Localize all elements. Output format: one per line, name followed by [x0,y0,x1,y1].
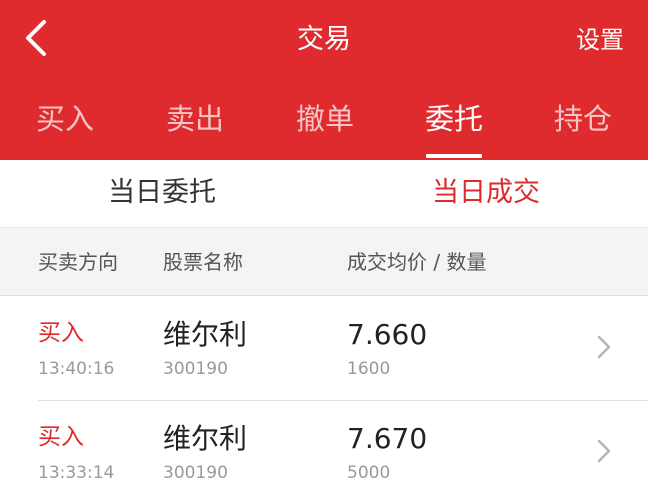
deal-price: 7.660 [347,318,428,351]
trade-direction: 买入 [38,320,84,346]
stock-name: 维尔利 [163,318,248,351]
trade-time: 13:33:14 [38,463,115,483]
main-tabs: 买入 卖出 撤单 委托 持仓 [0,92,648,160]
deal-quantity: 5000 [347,463,391,483]
deal-quantity: 1600 [347,359,391,379]
page-title: 交易 [297,24,351,55]
tab-cancel[interactable]: 撤单 [275,92,375,146]
top-header: 交易 设置 买入 卖出 撤单 委托 持仓 [0,0,648,160]
table-header: 买卖方向 股票名称 成交均价 / 数量 [0,228,648,296]
deal-price: 7.670 [347,422,428,455]
tab-today-orders[interactable]: 当日委托 [0,160,324,226]
chevron-right-icon [597,335,611,359]
table-row[interactable]: 买入 13:40:16 维尔利 300190 7.660 1600 [0,297,648,401]
tab-positions[interactable]: 持仓 [533,92,633,146]
column-header-stock-name: 股票名称 [163,250,243,274]
sub-tabs: 当日委托 当日成交 [0,160,648,228]
settings-button[interactable]: 设置 [576,20,624,60]
trade-direction: 买入 [38,424,84,450]
trade-time: 13:40:16 [38,359,115,379]
tab-today-deals[interactable]: 当日成交 [324,160,648,226]
stock-code: 300190 [163,359,228,379]
tab-orders[interactable]: 委托 [404,92,504,146]
active-tab-indicator [426,154,482,158]
tab-sell[interactable]: 卖出 [145,92,245,146]
table-row[interactable]: 买入 13:33:14 维尔利 300190 7.670 5000 [0,401,648,500]
chevron-right-icon [597,439,611,463]
stock-name: 维尔利 [163,422,248,455]
column-header-direction: 买卖方向 [38,250,118,274]
tab-buy[interactable]: 买入 [15,92,115,146]
column-header-price-qty: 成交均价 / 数量 [347,250,487,274]
stock-code: 300190 [163,463,228,483]
